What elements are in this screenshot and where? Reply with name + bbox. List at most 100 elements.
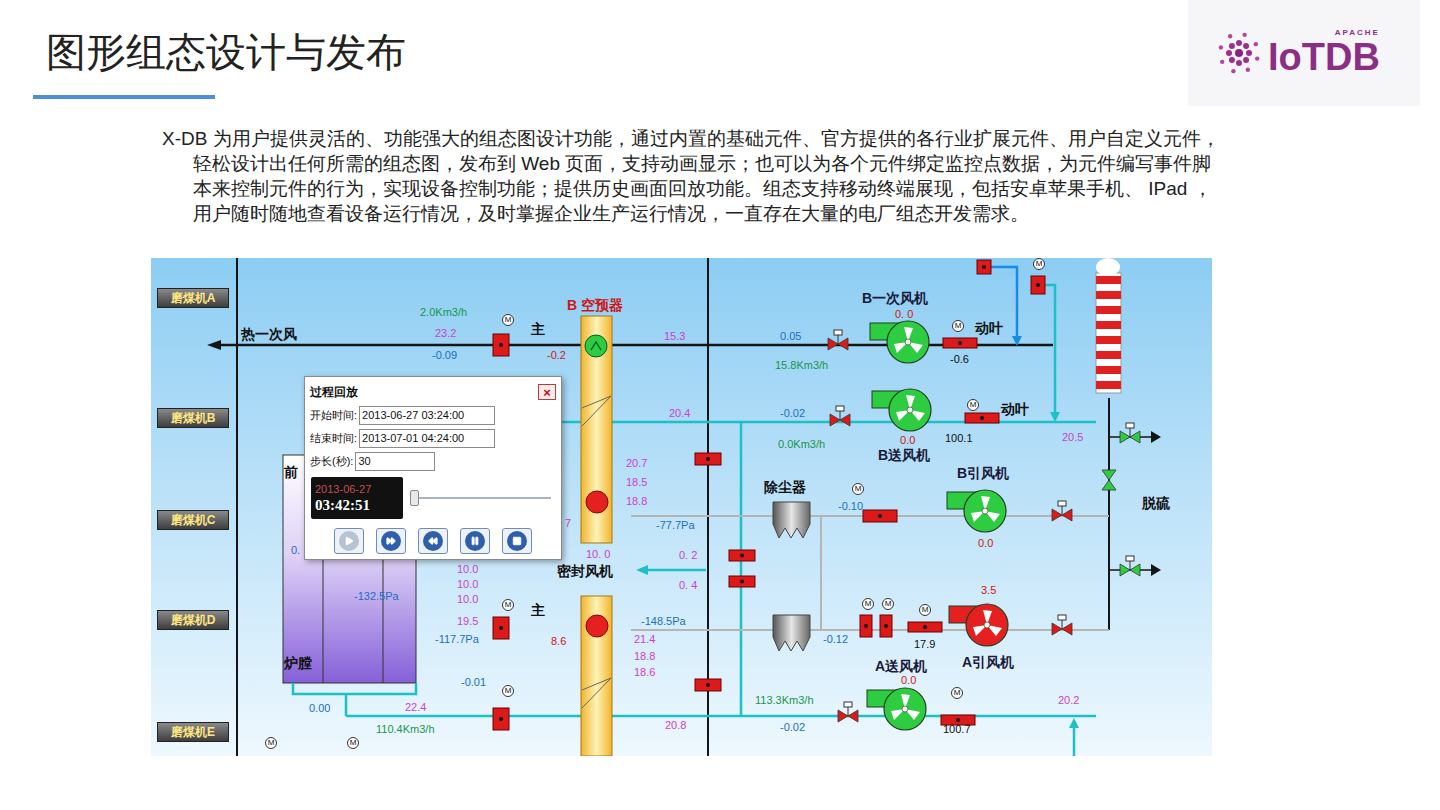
motor-icon: M — [502, 685, 514, 697]
damper-icon[interactable] — [493, 334, 509, 356]
value-label: -0.2 — [547, 349, 566, 362]
scada-screen: MMMMMMMMMMMMM磨煤机A磨煤机B磨煤机C磨煤机D磨煤机EB一次风机B送… — [151, 258, 1212, 756]
motor-icon: M — [882, 598, 894, 610]
mill-button[interactable]: 磨煤机B — [157, 408, 229, 428]
air-preheater — [581, 596, 612, 756]
value-label: 0. 4 — [679, 579, 697, 592]
equipment-label: 密封风机 — [557, 563, 613, 579]
equipment-label: 炉膛 — [284, 655, 312, 671]
motor-icon: M — [862, 598, 874, 610]
field-label: 开始时间: — [310, 407, 357, 424]
value-label: 10. 0 — [586, 548, 610, 561]
value-label: 22.4 — [405, 701, 426, 714]
equipment-label: 动叶 — [975, 320, 1003, 336]
value-label: -77.7Pa — [656, 519, 695, 532]
pause-icon — [470, 536, 480, 546]
motor-icon: M — [347, 737, 359, 749]
pause-button[interactable] — [460, 528, 490, 554]
damper-icon[interactable] — [695, 679, 721, 691]
equipment-label: 热一次风 — [241, 326, 297, 342]
description: X-DB 为用户提供灵活的、功能强大的组态图设计功能，通过内置的基础元件、官方提… — [162, 126, 1222, 226]
fan-icon[interactable] — [867, 688, 926, 730]
valve-icon[interactable] — [828, 330, 848, 350]
value-label: 19.5 — [457, 615, 478, 628]
damper-icon[interactable] — [695, 453, 721, 465]
field-input[interactable]: 30 — [355, 452, 435, 471]
value-label: -0.02 — [780, 407, 805, 420]
valve-icon[interactable] — [838, 702, 858, 722]
dialog-field-row: 结束时间:2013-07-01 04:24:00 — [310, 429, 556, 448]
valve-icon[interactable] — [1120, 423, 1140, 443]
value-label: 0.0 — [978, 537, 993, 550]
motor-icon: M — [265, 737, 277, 749]
rewind-button[interactable] — [418, 528, 448, 554]
value-label: -0.09 — [432, 349, 457, 362]
close-button[interactable]: × — [538, 384, 556, 400]
valve-icon[interactable] — [1120, 556, 1140, 576]
damper-icon[interactable] — [908, 622, 942, 632]
damper-icon[interactable] — [493, 708, 509, 730]
fan-icon[interactable] — [947, 490, 1006, 532]
damper-icon[interactable] — [729, 576, 755, 587]
mill-button[interactable]: 磨煤机A — [157, 288, 229, 308]
motor-icon: M — [951, 687, 963, 699]
clock-display: 2013-06-2703:42:51 — [311, 477, 403, 519]
value-label: 0.0 — [901, 674, 916, 687]
fan-label: B引风机 — [957, 465, 1009, 481]
value-label: 100.1 — [945, 432, 973, 445]
motor-icon: M — [967, 399, 979, 411]
equipment-label: 前 — [284, 464, 298, 480]
field-input[interactable]: 2013-06-27 03:24:00 — [359, 406, 495, 425]
damper-icon[interactable] — [943, 338, 977, 348]
fan-icon[interactable] — [872, 389, 931, 431]
fast-forward-button[interactable] — [376, 528, 406, 554]
play-icon — [344, 536, 354, 546]
value-label: 21.4 — [634, 633, 655, 646]
mill-button[interactable]: 磨煤机D — [157, 610, 229, 630]
value-label: 18.8 — [626, 495, 647, 508]
value-label: 0. — [291, 544, 300, 557]
damper-icon[interactable] — [977, 260, 991, 274]
value-label: 20.2 — [1058, 694, 1079, 707]
damper-icon[interactable] — [493, 617, 509, 639]
value-label: 3.5 — [981, 584, 996, 597]
value-label: 10.0 — [457, 593, 478, 606]
value-label: 7 — [565, 517, 571, 530]
chimney-icon — [1096, 273, 1121, 393]
value-label: -0.12 — [823, 633, 848, 646]
damper-icon[interactable] — [860, 615, 872, 637]
playback-dialog[interactable]: 过程回放×开始时间:2013-06-27 03:24:00结束时间:2013-0… — [304, 376, 562, 560]
dust-collector-icon — [773, 502, 810, 538]
fan-icon[interactable] — [870, 321, 929, 363]
slider-thumb[interactable] — [410, 490, 419, 506]
valve-icon[interactable] — [1102, 470, 1116, 490]
value-label: -148.5Pa — [641, 615, 686, 628]
rewind-icon — [428, 536, 438, 546]
progress-slider[interactable] — [411, 490, 551, 506]
logo: APACHEIoTDB — [1188, 0, 1420, 106]
damper-icon[interactable] — [863, 510, 897, 522]
stop-icon — [512, 536, 522, 546]
valve-icon[interactable] — [830, 406, 850, 426]
mill-button[interactable]: 磨煤机E — [157, 722, 229, 742]
damper-icon[interactable] — [1031, 276, 1045, 294]
mill-button[interactable]: 磨煤机C — [157, 510, 229, 530]
field-input[interactable]: 2013-07-01 04:24:00 — [359, 429, 495, 448]
value-label: 18.5 — [626, 476, 647, 489]
motor-icon: M — [952, 320, 964, 332]
damper-icon[interactable] — [880, 615, 892, 637]
play-button[interactable] — [334, 528, 364, 554]
stop-button[interactable] — [502, 528, 532, 554]
value-label: 2.0Km3/h — [420, 306, 467, 319]
value-label: -132.5Pa — [354, 590, 399, 603]
field-label: 结束时间: — [310, 430, 357, 447]
value-label: -0.10 — [838, 500, 863, 513]
motor-icon: M — [502, 314, 514, 326]
fan-icon[interactable] — [949, 604, 1008, 646]
valve-icon[interactable] — [1052, 615, 1072, 635]
equipment-label: 主 — [531, 321, 545, 337]
damper-icon[interactable] — [729, 550, 755, 561]
valve-icon[interactable] — [1052, 501, 1072, 521]
motor-icon: M — [502, 599, 514, 611]
damper-icon[interactable] — [965, 413, 999, 423]
